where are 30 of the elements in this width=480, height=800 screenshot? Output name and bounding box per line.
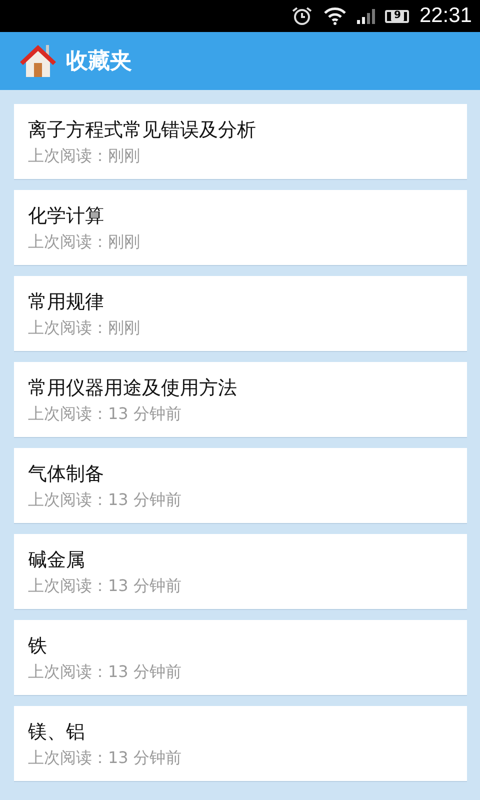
list-item[interactable]: 气体制备 上次阅读：13 分钟前 bbox=[14, 448, 467, 524]
list-item[interactable]: 常用规律 上次阅读：刚刚 bbox=[14, 276, 467, 352]
last-read-time: 上次阅读：13 分钟前 bbox=[28, 490, 182, 510]
last-read-time: 上次阅读：13 分钟前 bbox=[28, 404, 182, 424]
last-read-time: 上次阅读：刚刚 bbox=[28, 146, 141, 166]
item-title: 碱金属 bbox=[28, 548, 86, 572]
item-title: 镁、铝 bbox=[28, 720, 86, 744]
last-read-time: 上次阅读：13 分钟前 bbox=[28, 576, 182, 596]
item-title: 铁 bbox=[28, 634, 48, 658]
list-item[interactable]: 离子方程式常见错误及分析 上次阅读：刚刚 bbox=[14, 104, 467, 180]
list-item[interactable]: 铁 上次阅读：13 分钟前 bbox=[14, 620, 467, 696]
item-title: 离子方程式常见错误及分析 bbox=[28, 118, 257, 142]
wifi-icon bbox=[323, 7, 348, 25]
last-read-time: 上次阅读：13 分钟前 bbox=[28, 748, 182, 768]
item-title: 气体制备 bbox=[28, 462, 105, 486]
battery-indicator: 9 bbox=[385, 10, 410, 22]
clock-time: 22:31 bbox=[419, 4, 472, 28]
item-title: 常用仪器用途及使用方法 bbox=[28, 376, 238, 400]
item-title: 化学计算 bbox=[28, 204, 105, 228]
last-read-time: 上次阅读：刚刚 bbox=[28, 318, 141, 338]
list-item[interactable]: 镁、铝 上次阅读：13 分钟前 bbox=[14, 706, 467, 782]
list-item[interactable]: 碱金属 上次阅读：13 分钟前 bbox=[14, 534, 467, 610]
last-read-time: 上次阅读：刚刚 bbox=[28, 232, 141, 252]
signal-icon bbox=[357, 8, 376, 24]
header-title: 收藏夹 bbox=[66, 48, 132, 76]
alarm-clock-icon bbox=[291, 6, 314, 26]
last-read-time: 上次阅读：13 分钟前 bbox=[28, 662, 182, 682]
item-title: 常用规律 bbox=[28, 290, 105, 314]
list-item[interactable]: 常用仪器用途及使用方法 上次阅读：13 分钟前 bbox=[14, 362, 467, 438]
list-item[interactable]: 化学计算 上次阅读：刚刚 bbox=[14, 190, 467, 266]
